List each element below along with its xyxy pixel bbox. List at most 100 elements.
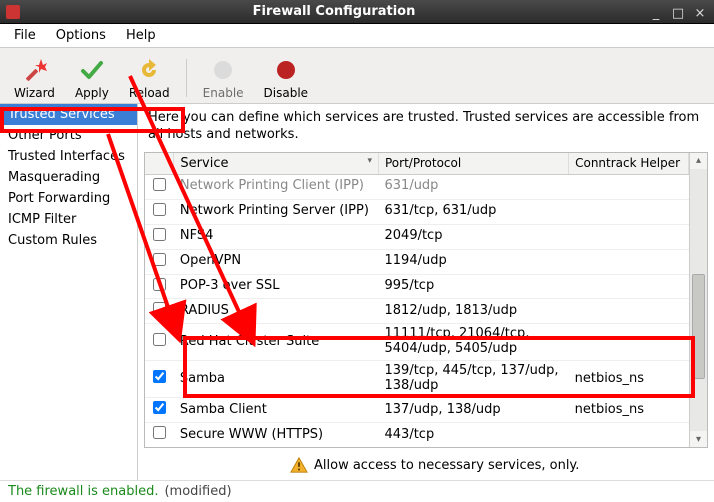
row-checkbox-cell (145, 199, 174, 224)
col-check[interactable] (145, 153, 174, 175)
service-name: RADIUS (174, 299, 379, 324)
panel-description: Here you can define which services are t… (138, 104, 714, 152)
content-area: Trusted Services Other Ports Trusted Int… (0, 104, 714, 480)
scroll-track[interactable] (690, 169, 707, 431)
service-checkbox[interactable] (153, 401, 166, 414)
service-checkbox[interactable] (153, 178, 166, 191)
service-name: Samba (174, 361, 379, 398)
row-checkbox-cell (145, 274, 174, 299)
disable-label: Disable (264, 86, 309, 100)
row-checkbox-cell (145, 224, 174, 249)
row-checkbox-cell (145, 249, 174, 274)
row-checkbox-cell (145, 174, 174, 199)
service-helper (569, 224, 689, 249)
service-name: NFS4 (174, 224, 379, 249)
table-vertical-scrollbar[interactable]: ▴ ▾ (689, 153, 707, 447)
service-checkbox[interactable] (153, 333, 166, 346)
table-row[interactable]: Red Hat Cluster Suite11111/tcp, 21064/tc… (145, 324, 689, 361)
service-port: 1194/udp (379, 249, 569, 274)
service-helper: netbios_ns (569, 361, 689, 398)
circle-gray-icon (209, 56, 237, 84)
service-checkbox[interactable] (153, 203, 166, 216)
service-checkbox[interactable] (153, 278, 166, 291)
service-name: Network Printing Server (IPP) (174, 199, 379, 224)
scroll-up-arrow[interactable]: ▴ (690, 153, 707, 169)
enable-label: Enable (203, 86, 244, 100)
status-enabled: The firewall is enabled. (8, 484, 158, 499)
services-table: Service▾ Port/Protocol Conntrack Helper … (145, 153, 689, 447)
sidebar-item-icmp-filter[interactable]: ICMP Filter (0, 209, 137, 230)
table-row[interactable]: Samba Client137/udp, 138/udpnetbios_ns (145, 398, 689, 423)
sidebar-item-trusted-services[interactable]: Trusted Services (0, 104, 137, 125)
sort-caret-icon: ▾ (367, 156, 372, 166)
scroll-thumb[interactable] (692, 274, 705, 379)
window-maximize-button[interactable]: □ (670, 6, 686, 18)
table-row[interactable]: Network Printing Server (IPP)631/tcp, 63… (145, 199, 689, 224)
row-checkbox-cell (145, 361, 174, 398)
apply-button[interactable]: Apply (65, 54, 119, 102)
wizard-label: Wizard (14, 86, 55, 100)
wizard-button[interactable]: Wizard (4, 54, 65, 102)
window-titlebar: Firewall Configuration _ □ × (0, 0, 714, 24)
service-port: 11111/tcp, 21064/tcp, 5404/udp, 5405/udp (379, 324, 569, 361)
service-port: 1812/udp, 1813/udp (379, 299, 569, 324)
service-helper (569, 249, 689, 274)
menu-options[interactable]: Options (46, 26, 116, 45)
reload-label: Reload (129, 86, 170, 100)
service-name: Network Printing Client (IPP) (174, 174, 379, 199)
service-name: Samba Client (174, 398, 379, 423)
sidebar-item-custom-rules[interactable]: Custom Rules (0, 230, 137, 251)
col-port[interactable]: Port/Protocol (379, 153, 569, 175)
table-row[interactable]: Samba139/tcp, 445/tcp, 137/udp, 138/udpn… (145, 361, 689, 398)
table-row[interactable]: RADIUS1812/udp, 1813/udp (145, 299, 689, 324)
table-row[interactable]: Network Printing Client (IPP)631/udp (145, 174, 689, 199)
services-table-scroll: Service▾ Port/Protocol Conntrack Helper … (145, 153, 689, 447)
table-row[interactable]: OpenVPN1194/udp (145, 249, 689, 274)
row-checkbox-cell (145, 398, 174, 423)
service-port: 631/tcp, 631/udp (379, 199, 569, 224)
enable-button: Enable (193, 54, 254, 102)
service-helper (569, 274, 689, 299)
sidebar: Trusted Services Other Ports Trusted Int… (0, 104, 138, 480)
service-name: Secure WWW (HTTPS) (174, 423, 379, 447)
scroll-down-arrow[interactable]: ▾ (690, 431, 707, 447)
sidebar-item-trusted-interfaces[interactable]: Trusted Interfaces (0, 146, 137, 167)
sidebar-item-other-ports[interactable]: Other Ports (0, 125, 137, 146)
main-panel: Here you can define which services are t… (138, 104, 714, 480)
row-checkbox-cell (145, 324, 174, 361)
apply-label: Apply (75, 86, 109, 100)
col-service[interactable]: Service▾ (174, 153, 379, 175)
service-checkbox[interactable] (153, 253, 166, 266)
wand-icon (20, 56, 48, 84)
sidebar-item-port-forwarding[interactable]: Port Forwarding (0, 188, 137, 209)
col-helper[interactable]: Conntrack Helper (569, 153, 689, 175)
menu-file[interactable]: File (4, 26, 46, 45)
table-row[interactable]: NFS42049/tcp (145, 224, 689, 249)
table-row[interactable]: POP-3 over SSL995/tcp (145, 274, 689, 299)
menu-help[interactable]: Help (116, 26, 166, 45)
service-port: 137/udp, 138/udp (379, 398, 569, 423)
service-port: 995/tcp (379, 274, 569, 299)
notice-text: Allow access to necessary services, only… (314, 458, 579, 473)
reload-button[interactable]: Reload (119, 54, 180, 102)
service-port: 443/tcp (379, 423, 569, 447)
disable-button[interactable]: Disable (254, 54, 319, 102)
app-icon (6, 5, 20, 19)
service-checkbox[interactable] (153, 228, 166, 241)
service-helper (569, 199, 689, 224)
service-checkbox[interactable] (153, 370, 166, 383)
service-helper (569, 324, 689, 361)
window-close-button[interactable]: × (692, 6, 708, 18)
service-checkbox[interactable] (153, 302, 166, 315)
service-helper (569, 299, 689, 324)
table-row[interactable]: Secure WWW (HTTPS)443/tcp (145, 423, 689, 447)
service-checkbox[interactable] (153, 426, 166, 439)
window-minimize-button[interactable]: _ (648, 6, 664, 18)
circle-red-icon (272, 56, 300, 84)
menubar: File Options Help (0, 24, 714, 48)
sidebar-item-masquerading[interactable]: Masquerading (0, 167, 137, 188)
row-checkbox-cell (145, 299, 174, 324)
service-helper: netbios_ns (569, 398, 689, 423)
service-port: 139/tcp, 445/tcp, 137/udp, 138/udp (379, 361, 569, 398)
notice-bar: Allow access to necessary services, only… (282, 452, 708, 478)
